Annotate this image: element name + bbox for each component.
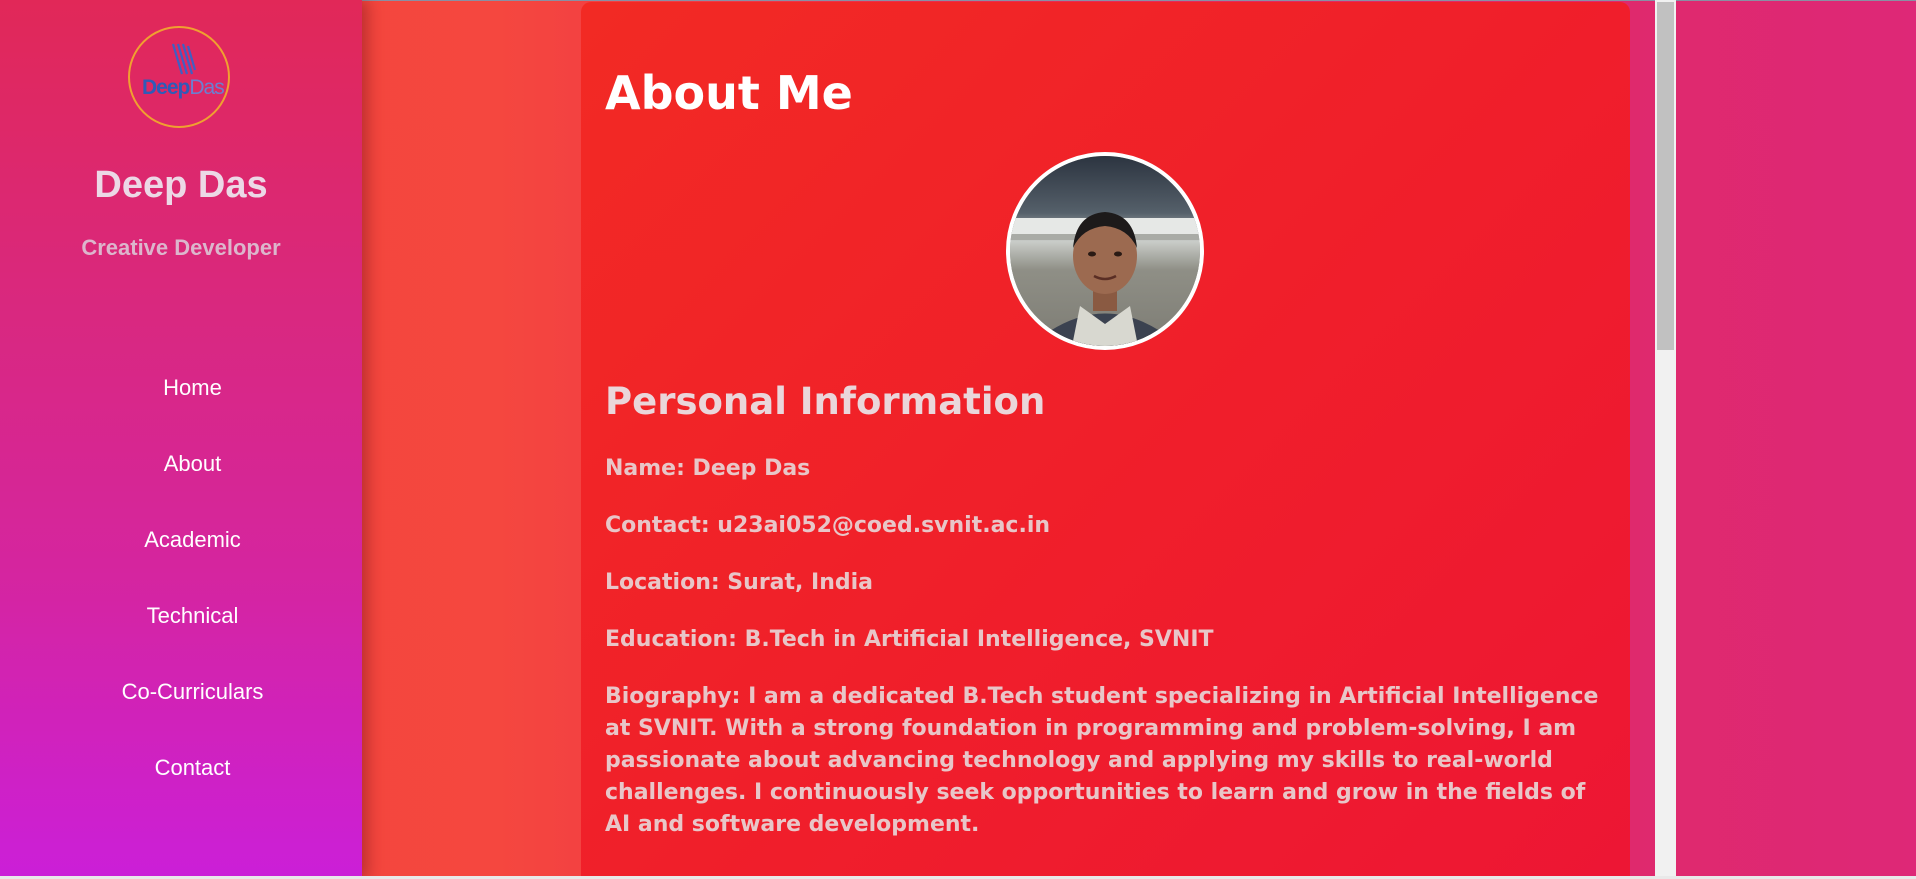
page-title: About Me	[605, 66, 853, 120]
nav-item-co-curriculars[interactable]: Co-Curriculars	[0, 672, 385, 748]
deepdas-logo-icon[interactable]: DeepDas	[128, 26, 230, 128]
nav-item-technical[interactable]: Technical	[0, 596, 385, 672]
nav-item-academic[interactable]: Academic	[0, 520, 385, 596]
nav-item-about[interactable]: About	[0, 444, 385, 520]
page-scrollbar[interactable]	[1655, 0, 1676, 879]
logo-wordmark-part2: Das	[189, 76, 224, 99]
info-education: Education: B.Tech in Artificial Intellig…	[605, 627, 1214, 652]
nav-item-contact[interactable]: Contact	[0, 748, 385, 824]
logo-wordmark-part1: Deep	[142, 76, 190, 99]
info-location: Location: Surat, India	[605, 570, 874, 595]
sidebar-nav: Home About Academic Technical Co-Curricu…	[0, 368, 385, 824]
profile-photo-image	[1010, 156, 1200, 346]
scrollbar-thumb[interactable]	[1657, 2, 1674, 350]
sidebar-role: Creative Developer	[81, 235, 281, 260]
sidebar-name: Deep Das	[94, 164, 268, 206]
sidebar: DeepDas Deep Das Creative Developer Home…	[0, 0, 362, 879]
section-title-personal-information: Personal Information	[605, 380, 1046, 423]
nav-item-home[interactable]: Home	[0, 368, 385, 444]
logo-stripes-icon	[171, 43, 196, 75]
about-card: About Me Personal Information Name: Deep…	[581, 2, 1630, 879]
info-name: Name: Deep Das	[605, 456, 811, 481]
logo-wordmark: DeepDas	[142, 76, 225, 100]
profile-photo-icon	[1006, 152, 1204, 350]
info-biography: Biography: I am a dedicated B.Tech stude…	[605, 684, 1599, 837]
info-contact: Contact: u23ai052@coed.svnit.ac.in	[605, 513, 1051, 538]
